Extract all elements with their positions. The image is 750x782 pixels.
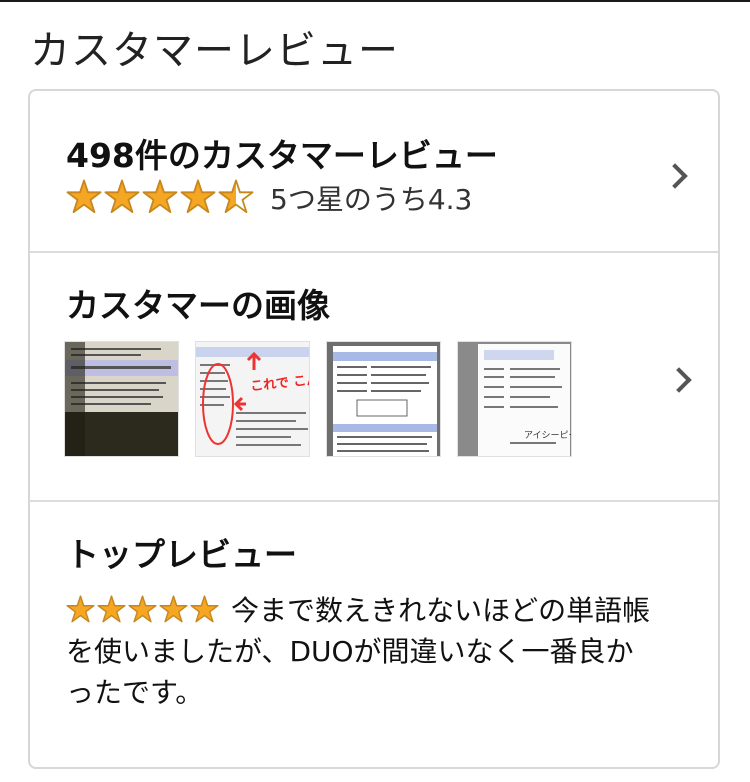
rating-text: 5つ星のうち4.3 [270,183,473,216]
customer-image-4-caption: アイシーピー [524,431,571,441]
customer-image-2-art [196,342,309,456]
reviews-card: 498件のカスタマーレビュー 5つ星のうち4.3 カスタマーの画像 これで こん… [28,89,720,769]
page-title: カスタマーレビュー [30,28,399,74]
star-icon [159,595,188,623]
top-review-title: トップレビュー [66,535,297,574]
chevron-right-icon[interactable] [662,163,688,189]
customer-image-4[interactable]: アイシーピー [457,341,572,457]
customer-image-3-art [327,342,440,456]
star-icon [66,595,95,623]
top-border [0,0,750,2]
customer-image-2[interactable]: これで こんなに!! [195,341,310,457]
top-review-body[interactable]: 今まで数えきれないほどの単語帳を使いましたが、DUOが間違いなく一番良かったです… [66,590,656,713]
star-icon [128,595,157,623]
customer-images-title: カスタマーの画像 [66,286,330,325]
star-icon [97,595,126,623]
star-icon [218,179,254,214]
star-icon [66,179,102,214]
customer-image-1[interactable] [64,341,179,457]
review-count-label: 498件のカスタマーレビュー [66,136,498,175]
customer-image-3[interactable] [326,341,441,457]
review-star-rating [66,595,219,624]
star-icon [142,179,178,214]
star-icon [104,179,140,214]
star-icon [180,179,216,214]
star-icon [190,595,219,623]
summary-star-rating [66,179,254,215]
customer-image-1-art [65,342,178,456]
review-summary-row[interactable]: 498件のカスタマーレビュー 5つ星のうち4.3 [30,91,718,251]
